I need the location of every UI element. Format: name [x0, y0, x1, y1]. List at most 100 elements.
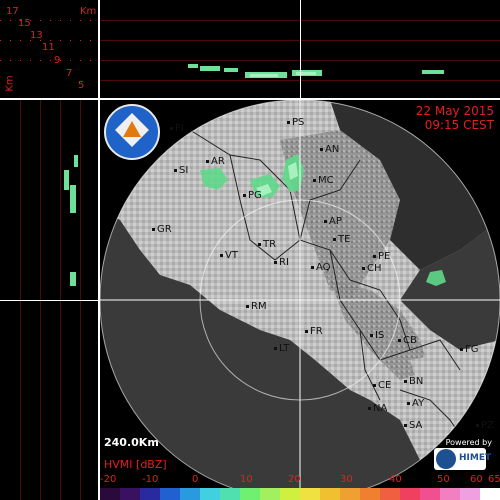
- city-marker: [313, 178, 316, 182]
- city-label: IS: [370, 331, 384, 341]
- color-scale-tick-label: -20: [100, 474, 117, 485]
- city-label: GR: [152, 225, 172, 235]
- color-scale: -20 -10 0 10 20 30 40 50 60 65: [100, 472, 500, 500]
- city-label: CH: [362, 264, 382, 274]
- color-scale-segment: [220, 488, 240, 500]
- city-marker: [311, 265, 314, 269]
- color-scale-segment: [120, 488, 140, 500]
- color-scale-tick-label: 30: [340, 474, 353, 485]
- city-marker: [362, 266, 365, 270]
- city-marker: [320, 147, 323, 151]
- color-scale-segment: [140, 488, 160, 500]
- city-label: LT: [274, 344, 289, 354]
- color-scale-segment: [180, 488, 200, 500]
- city-label: PG: [243, 191, 262, 201]
- city-label: SI: [174, 166, 188, 176]
- color-scale-tick-label: 50: [437, 474, 450, 485]
- city-label: VT: [220, 251, 238, 261]
- city-marker: [220, 253, 223, 257]
- city-marker: [243, 193, 246, 197]
- city-marker: [170, 126, 173, 130]
- city-marker: [407, 401, 410, 405]
- city-marker: [333, 237, 336, 241]
- color-scale-segment: [380, 488, 400, 500]
- himet-logo: HIMET: [434, 448, 491, 470]
- color-scale-tick-label: 20: [288, 474, 301, 485]
- cross-section-side-echoes: [0, 100, 98, 500]
- city-marker: [206, 159, 209, 163]
- city-marker: [373, 383, 376, 387]
- color-scale-segment: [100, 488, 120, 500]
- city-label: PZ: [476, 421, 494, 431]
- color-scale-segment: [440, 488, 460, 500]
- north-south-cross-section: [100, 0, 500, 98]
- color-scale-segment: [320, 488, 340, 500]
- color-scale-segment: [360, 488, 380, 500]
- color-scale-segment: [420, 488, 440, 500]
- city-label: RM: [246, 302, 267, 312]
- color-scale-segment: [280, 488, 300, 500]
- color-scale-segment: [400, 488, 420, 500]
- date-label: 22 May 2015: [415, 104, 494, 118]
- city-marker: [274, 260, 277, 264]
- city-marker: [368, 406, 371, 410]
- himet-brand: HIMET: [459, 453, 492, 463]
- city-label: FG: [460, 345, 479, 355]
- color-scale-segment: [200, 488, 220, 500]
- color-scale-tick-label: 0: [192, 474, 199, 485]
- map-canvas: [100, 100, 500, 500]
- city-label: BN: [404, 377, 423, 387]
- city-label: AQ: [311, 263, 331, 273]
- city-marker: [460, 347, 463, 351]
- city-label: AR: [206, 157, 225, 167]
- legend-title: HVMI [dBZ]: [104, 458, 167, 471]
- city-marker: [373, 254, 376, 258]
- city-label: FR: [305, 327, 323, 337]
- color-scale-segment: [300, 488, 320, 500]
- color-scale-segment: [240, 488, 260, 500]
- east-west-cross-section: [0, 100, 98, 500]
- city-marker: [274, 346, 277, 350]
- city-label: AP: [324, 217, 342, 227]
- color-scale-segment: [160, 488, 180, 500]
- radar-map: 22 May 2015 09:15 CEST FI PS AN AR SI MC…: [100, 100, 500, 500]
- city-marker: [305, 329, 308, 333]
- city-marker: [246, 304, 249, 308]
- city-marker: [287, 120, 290, 124]
- city-label: TR: [258, 240, 276, 250]
- time-label: 09:15 CEST: [424, 118, 494, 132]
- protezione-civile-logo: [104, 104, 160, 160]
- color-scale-tick-label: 60: [470, 474, 483, 485]
- city-marker: [324, 219, 327, 223]
- city-label: MC: [313, 176, 334, 186]
- color-scale-segment: [260, 488, 280, 500]
- city-label: NA: [368, 404, 387, 414]
- city-label: AY: [407, 399, 424, 409]
- city-marker: [476, 423, 479, 427]
- city-marker: [404, 423, 407, 427]
- color-scale-segment: [480, 488, 500, 500]
- height-axis-panel: 17 Km 15 13 11 9 7 5 Km: [0, 0, 98, 98]
- color-scale-tick-label: 40: [389, 474, 402, 485]
- city-label: CE: [373, 381, 391, 391]
- city-label: PE: [373, 252, 390, 262]
- city-label: SA: [404, 421, 422, 431]
- color-scale-tick-label: -10: [142, 474, 159, 485]
- timestamp: 22 May 2015 09:15 CEST: [416, 104, 494, 132]
- city-marker: [152, 227, 155, 231]
- city-marker: [398, 338, 401, 342]
- city-marker: [258, 242, 261, 246]
- city-label: CB: [398, 336, 417, 346]
- city-marker: [174, 168, 177, 172]
- color-scale-tick-label: 10: [240, 474, 253, 485]
- city-label: TE: [333, 235, 350, 245]
- color-scale-tick-label: 65: [488, 474, 500, 485]
- cross-section-top-echoes: [100, 0, 500, 98]
- himet-circle-icon: [436, 449, 456, 469]
- powered-by-text: Powered by: [445, 438, 492, 447]
- city-label: RI: [274, 258, 289, 268]
- city-label: AN: [320, 145, 339, 155]
- color-scale-segment: [460, 488, 480, 500]
- range-label: 240.0Km: [104, 436, 159, 449]
- color-scale-segment: [340, 488, 360, 500]
